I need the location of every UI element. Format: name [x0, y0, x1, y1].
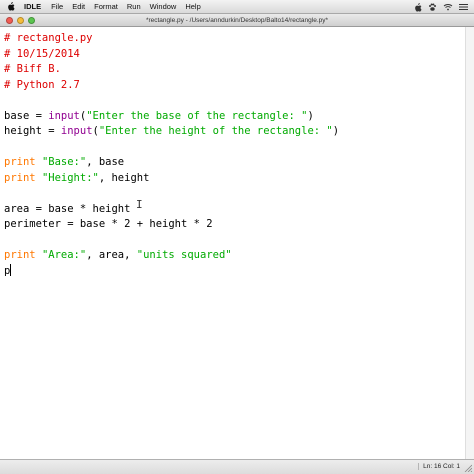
resize-grip-icon[interactable] [464, 464, 472, 472]
code-line[interactable]: print "Height:", height [4, 171, 339, 187]
code-line[interactable]: # rectangle.py [4, 31, 339, 47]
status-bar: Ln: 16 Col: 1 [0, 459, 474, 474]
code-token-string: "Area:" [41, 249, 87, 261]
code-token-plain: ) [332, 125, 340, 137]
window-titlebar[interactable]: *rectangle.py - /Users/anndurkin/Desktop… [0, 14, 474, 27]
code-token-plain: , area, [86, 249, 137, 261]
code-token-plain: ) [307, 109, 314, 122]
code-token-plain: , base [86, 156, 125, 168]
code-line[interactable]: base = input("Enter the base of the rect… [4, 109, 339, 125]
menu-file[interactable]: File [51, 2, 63, 11]
code-line[interactable] [4, 233, 339, 249]
menu-format[interactable]: Format [94, 2, 118, 11]
menu-help[interactable]: Help [185, 2, 200, 11]
code-token-keyword: print [4, 249, 36, 261]
code-token-plain: area = base * height [4, 202, 131, 215]
code-token-builtin: input [60, 125, 93, 137]
vertical-scrollbar[interactable] [465, 27, 474, 459]
code-token-keyword: print [4, 156, 36, 168]
code-token-comment: # 10/15/2014 [4, 47, 80, 60]
paw-icon[interactable] [428, 3, 437, 12]
code-token-plain: , height [98, 171, 150, 184]
menu-app-idle[interactable]: IDLE [24, 2, 41, 11]
mac-menubar: IDLE File Edit Format Run Window Help [0, 0, 474, 14]
code-token-plain: perimeter = base * 2 + height * 2 [4, 218, 213, 230]
text-cursor-ibeam-icon: I [136, 198, 143, 211]
code-token-plain: base = [4, 109, 49, 122]
code-token-string: "units squared" [136, 249, 232, 261]
code-line[interactable]: print "Area:", area, "units squared" [4, 248, 339, 264]
code-line[interactable]: # Biff B. [4, 62, 339, 78]
cursor-position: Ln: 16 Col: 1 [418, 463, 460, 470]
apple-status-icon[interactable] [414, 2, 422, 12]
code-line[interactable]: # Python 2.7 [4, 78, 339, 94]
code-token-string: "Enter the height of the rectangle: " [98, 125, 333, 137]
code-token-string: "Height:" [41, 171, 99, 184]
menu-edit[interactable]: Edit [72, 2, 85, 11]
apple-icon[interactable] [7, 2, 15, 11]
code-token-string: "Base:" [41, 156, 87, 168]
code-line[interactable]: print "Base:", base [4, 155, 339, 171]
code-line[interactable]: # 10/15/2014 [4, 47, 339, 63]
code-text-area[interactable]: # rectangle.py # 10/15/2014 # Biff B. # Pyt… [4, 31, 339, 279]
code-token-comment: # rectangle.py [4, 32, 93, 44]
code-token-builtin: input [48, 109, 80, 122]
code-line[interactable]: height = input("Enter the height of the … [4, 124, 339, 140]
menubar-status-icons [414, 2, 468, 12]
code-line[interactable]: p [4, 263, 339, 280]
code-line[interactable]: area = base * height [4, 202, 339, 218]
code-token-string: "Enter the base of the rectangle: " [86, 109, 308, 122]
code-token-keyword: print [4, 171, 36, 184]
menu-run[interactable]: Run [127, 2, 141, 11]
menu-icon[interactable] [459, 3, 468, 11]
code-line[interactable] [4, 93, 339, 109]
code-token-comment: # Python 2.7 [4, 78, 80, 91]
wifi-icon[interactable] [443, 3, 453, 11]
code-editor[interactable]: # rectangle.py # 10/15/2014 # Biff B. # Pyt… [0, 27, 474, 459]
code-line[interactable]: perimeter = base * 2 + height * 2 [4, 217, 339, 233]
code-line[interactable] [4, 140, 339, 156]
code-token-comment: # Biff B. [4, 63, 61, 75]
window-title: *rectangle.py - /Users/anndurkin/Desktop… [145, 17, 329, 24]
code-line[interactable] [4, 186, 339, 202]
code-token-plain: height = [4, 125, 61, 137]
text-caret [10, 263, 12, 276]
menu-window[interactable]: Window [150, 2, 177, 11]
